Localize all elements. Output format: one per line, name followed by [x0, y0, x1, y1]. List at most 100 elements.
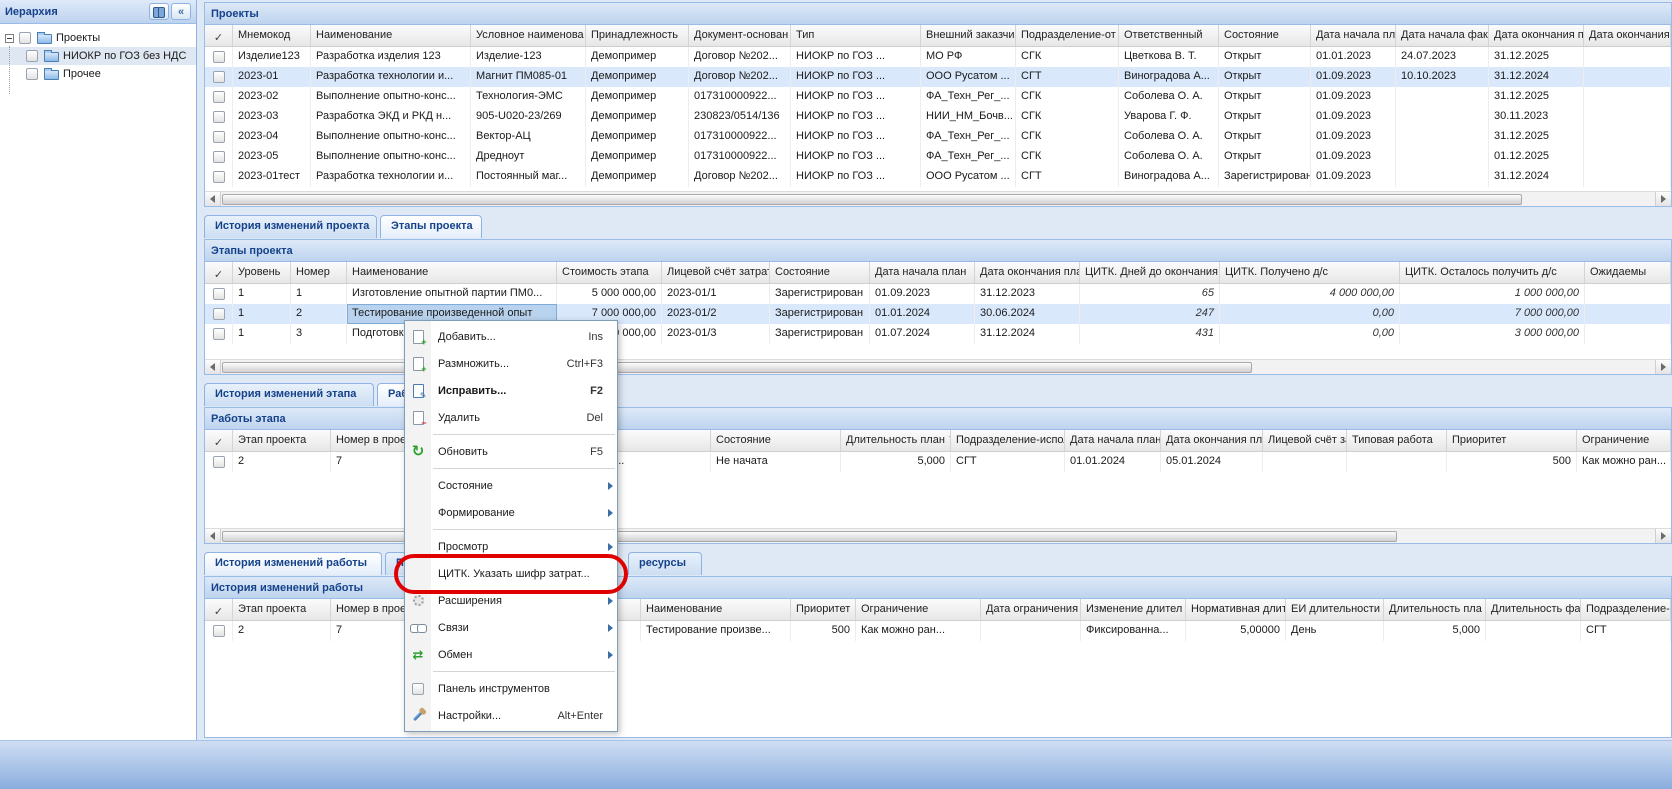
cell[interactable]: 1 [233, 324, 291, 344]
cell[interactable]: 5,000 [841, 452, 951, 472]
header-cell[interactable]: ЦИТК. Осталось получить д/с [1400, 262, 1585, 283]
tab-История изменений проекта[interactable]: История изменений проекта [204, 215, 377, 238]
table-row[interactable]: 2023-02Выполнение опытно-конс...Технолог… [205, 87, 1671, 107]
cell[interactable]: 2 [291, 304, 347, 324]
cell[interactable] [1396, 167, 1489, 187]
cell[interactable]: СГК [1016, 107, 1119, 127]
row-checkbox[interactable] [213, 91, 225, 103]
cell[interactable]: Виноградова А... [1119, 67, 1219, 87]
cell[interactable]: Дредноут [471, 147, 586, 167]
cell[interactable]: 5,000 [1384, 621, 1486, 641]
cell[interactable]: СГК [1016, 47, 1119, 67]
cell[interactable]: 2023-04 [233, 127, 311, 147]
menu-item[interactable]: Состояние [405, 472, 617, 499]
header-cell[interactable]: Дата начала план. [1065, 430, 1161, 451]
cell[interactable]: Изделие123 [233, 47, 311, 67]
cell[interactable]: 2023-05 [233, 147, 311, 167]
menu-item[interactable]: Связи [405, 614, 617, 641]
header-cell[interactable]: Уровень [233, 262, 291, 283]
header-cell[interactable]: Подразделение-от [1016, 25, 1119, 46]
table-row[interactable]: 2023-01тестРазработка технологии и...Пос… [205, 167, 1671, 187]
collapse-button[interactable]: « [171, 3, 191, 20]
header-cell[interactable]: Подразделение-и [1581, 599, 1671, 620]
header-cell[interactable]: Наименование [641, 599, 791, 620]
tab-История изменений работы[interactable]: История изменений работы [204, 552, 382, 575]
header-cell[interactable]: ✓ [205, 599, 233, 620]
tab-ресурсы[interactable]: ресурсы [628, 552, 702, 575]
cell[interactable]: 01.01.2024 [870, 304, 975, 324]
cell[interactable]: 2023-01/1 [662, 284, 770, 304]
cell[interactable]: Открыт [1219, 67, 1311, 87]
menu-item[interactable]: Панель инструментов [405, 675, 617, 702]
tab-История изменений этапа[interactable]: История изменений этапа [204, 383, 374, 406]
row-checkbox-cell[interactable] [205, 167, 233, 187]
cell[interactable]: 31.12.2024 [1489, 167, 1584, 187]
cell[interactable]: 1 [291, 284, 347, 304]
row-checkbox[interactable] [213, 171, 225, 183]
cell[interactable]: Фиксированна... [1081, 621, 1186, 641]
header-cell[interactable]: Дата окончания план [1161, 430, 1263, 451]
table-row[interactable]: Изделие123Разработка изделия 123Изделие-… [205, 47, 1671, 67]
header-cell[interactable]: ✓ [205, 430, 233, 451]
cell[interactable]: 905-U020-23/269 [471, 107, 586, 127]
cell[interactable]: Выполнение опытно-конс... [311, 147, 471, 167]
cell[interactable] [1584, 47, 1671, 67]
cell[interactable]: 01.09.2023 [1311, 67, 1396, 87]
row-checkbox-cell[interactable] [205, 147, 233, 167]
menu-item[interactable]: Исправить...F2 [405, 377, 617, 404]
row-checkbox[interactable] [213, 288, 225, 300]
cell[interactable]: СГТ [1016, 167, 1119, 187]
header-cell[interactable]: Условное наименова [471, 25, 586, 46]
cell[interactable]: 01.12.2025 [1489, 147, 1584, 167]
cell[interactable]: 65 [1080, 284, 1220, 304]
cell[interactable] [1585, 324, 1671, 344]
header-cell[interactable]: Дата окончания пл [1489, 25, 1584, 46]
cell[interactable]: НИОКР по ГОЗ ... [791, 47, 921, 67]
cell[interactable]: 2023-01/2 [662, 304, 770, 324]
row-checkbox-cell[interactable] [205, 621, 233, 641]
cell[interactable]: Уварова Г. Ф. [1119, 107, 1219, 127]
cell[interactable]: 3 [291, 324, 347, 344]
header-cell[interactable]: Тип [791, 25, 921, 46]
cell[interactable]: 31.12.2023 [975, 284, 1080, 304]
cell[interactable]: Не начата [711, 452, 841, 472]
row-checkbox[interactable] [213, 131, 225, 143]
cell[interactable]: 4 000 000,00 [1220, 284, 1400, 304]
scroll-right-arrow[interactable] [1655, 192, 1671, 206]
header-cell[interactable]: Лицевой счёт затрат. [662, 262, 770, 283]
row-checkbox[interactable] [213, 308, 225, 320]
cell[interactable]: НИИ_НМ_Бочв... [921, 107, 1016, 127]
cell[interactable]: 0,00 [1220, 304, 1400, 324]
header-cell[interactable]: Этап проекта [233, 430, 331, 451]
collapse-expander-icon[interactable] [5, 34, 14, 43]
scroll-thumb[interactable] [222, 531, 1397, 542]
row-checkbox-cell[interactable] [205, 87, 233, 107]
find-button[interactable] [149, 3, 169, 20]
cell[interactable]: 05.01.2024 [1161, 452, 1263, 472]
cell[interactable]: Демопример [586, 167, 689, 187]
cell[interactable]: ООО Русатом ... [921, 167, 1016, 187]
cell[interactable]: Открыт [1219, 107, 1311, 127]
header-cell[interactable]: Нормативная длит [1186, 599, 1286, 620]
header-cell[interactable]: Приоритет [1447, 430, 1577, 451]
cell[interactable]: ФА_Техн_Рег_... [921, 147, 1016, 167]
cell[interactable]: 017310000922... [689, 127, 791, 147]
cell[interactable]: Магнит ПМ085-01 [471, 67, 586, 87]
cell[interactable]: 1 000 000,00 [1400, 284, 1585, 304]
header-cell[interactable]: Изменение длител [1081, 599, 1186, 620]
cell[interactable]: Выполнение опытно-конс... [311, 87, 471, 107]
cell[interactable]: 01.09.2023 [870, 284, 975, 304]
cell[interactable]: 10.10.2023 [1396, 67, 1489, 87]
scroll-right-arrow[interactable] [1655, 529, 1671, 543]
cell[interactable]: 0,00 [1220, 324, 1400, 344]
header-cell[interactable]: ✓ [205, 25, 233, 46]
row-checkbox-cell[interactable] [205, 47, 233, 67]
row-checkbox-cell[interactable] [205, 304, 233, 324]
cell[interactable]: Зарегистрирован [1219, 167, 1311, 187]
cell[interactable]: 2 [233, 621, 331, 641]
scroll-thumb[interactable] [222, 362, 1252, 373]
projects-hscrollbar[interactable] [205, 191, 1671, 206]
cell[interactable]: 230823/0514/136 [689, 107, 791, 127]
header-cell[interactable]: Типовая работа [1347, 430, 1447, 451]
cell[interactable]: Демопример [586, 47, 689, 67]
